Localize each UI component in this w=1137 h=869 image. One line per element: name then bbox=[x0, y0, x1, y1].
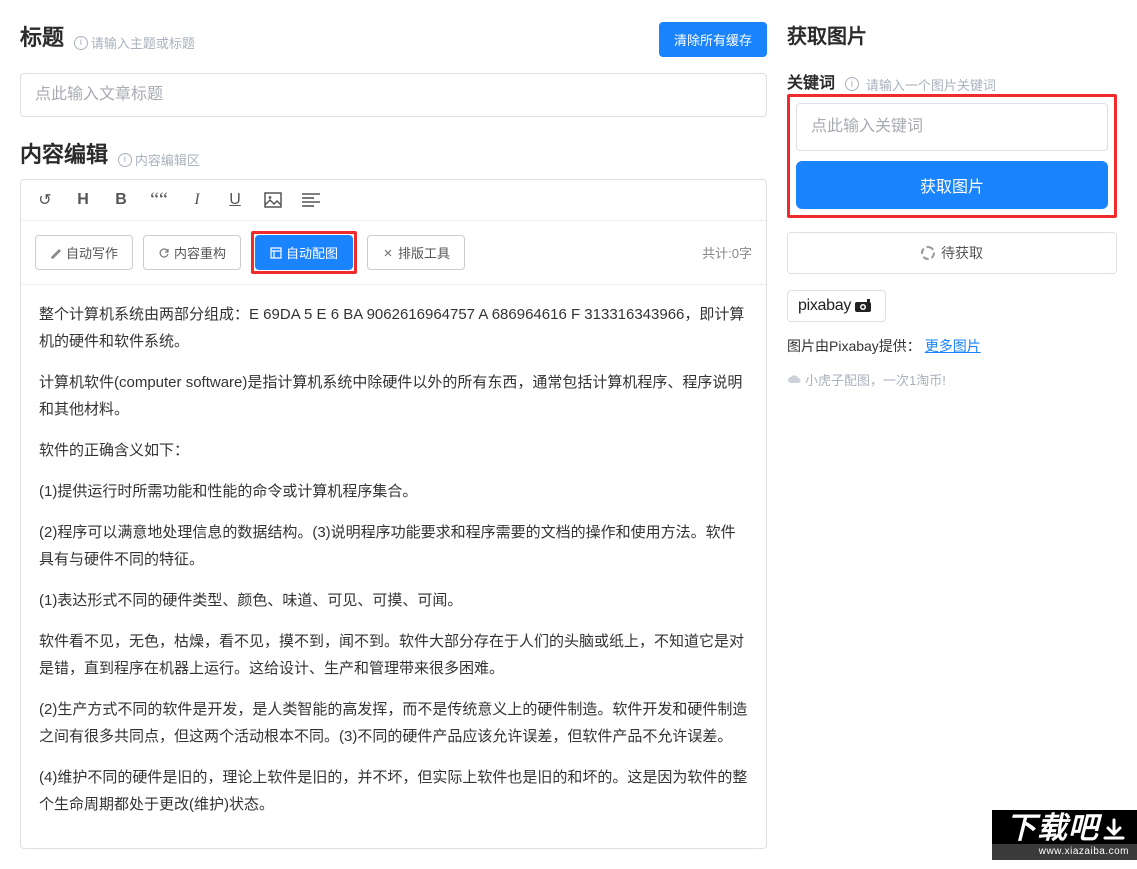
title-label: 标题 bbox=[20, 25, 64, 50]
watermark-url: www.xiazaiba.com bbox=[992, 844, 1137, 860]
pixabay-text: pixabay bbox=[798, 297, 851, 315]
underline-icon[interactable]: U bbox=[225, 190, 245, 210]
info-icon: i bbox=[845, 77, 859, 91]
content-editor: ↺ H B ““ I U 自动写作 bbox=[20, 179, 767, 849]
layout-image-icon bbox=[270, 247, 282, 259]
keyword-input[interactable] bbox=[796, 103, 1108, 151]
pending-status: 待获取 bbox=[787, 232, 1117, 274]
highlight-auto-image: 自动配图 bbox=[251, 231, 357, 274]
clear-cache-button[interactable]: 清除所有缓存 bbox=[659, 22, 767, 57]
paragraph: 软件的正确含义如下： bbox=[39, 437, 748, 464]
pencil-icon bbox=[50, 247, 62, 259]
content-label: 内容编辑 bbox=[20, 142, 108, 167]
highlight-keyword-box: 获取图片 bbox=[787, 94, 1117, 218]
image-icon[interactable] bbox=[263, 190, 283, 210]
italic-icon[interactable]: I bbox=[187, 190, 207, 210]
paragraph: (2)生产方式不同的软件是开发，是人类智能的高发挥，而不是传统意义上的硬件制造。… bbox=[39, 696, 748, 750]
title-header: 标题 i 请输入主题或标题 清除所有缓存 bbox=[20, 20, 767, 57]
right-column: 获取图片 关键词 i 请输入一个图片关键词 获取图片 待获取 pixabay 图… bbox=[787, 20, 1117, 849]
footer-note-text: 小虎子配图，一次1淘币! bbox=[805, 370, 946, 389]
more-images-link[interactable]: 更多图片 bbox=[925, 338, 981, 354]
paragraph: (2)程序可以满意地处理信息的数据结构。(3)说明程序功能要求和程序需要的文档的… bbox=[39, 519, 748, 573]
heading-icon[interactable]: H bbox=[73, 190, 93, 210]
spinner-icon bbox=[921, 246, 935, 260]
left-column: 标题 i 请输入主题或标题 清除所有缓存 内容编辑 i 内容编辑区 ↺ H bbox=[20, 20, 767, 849]
keyword-hint-text: 请输入一个图片关键词 bbox=[866, 75, 996, 94]
title-hint-text: 请输入主题或标题 bbox=[91, 33, 195, 52]
download-icon bbox=[1101, 818, 1127, 844]
paragraph: (1)表达形式不同的硬件类型、颜色、味道、可见、可摸、可闻。 bbox=[39, 587, 748, 614]
paragraph: (1)提供运行时所需功能和性能的命令或计算机程序集合。 bbox=[39, 478, 748, 505]
auto-write-button[interactable]: 自动写作 bbox=[35, 235, 133, 270]
auto-image-label: 自动配图 bbox=[286, 243, 338, 262]
action-toolbar: 自动写作 内容重构 自动配图 排版工具 共计:0字 bbox=[21, 221, 766, 285]
paragraph: 软件看不见，无色，枯燥，看不见，摸不到，闻不到。软件大部分存在于人们的头脑或纸上… bbox=[39, 628, 748, 682]
fetch-images-button[interactable]: 获取图片 bbox=[796, 161, 1108, 209]
tools-icon bbox=[382, 247, 394, 259]
auto-write-label: 自动写作 bbox=[66, 243, 118, 262]
reconstruct-label: 内容重构 bbox=[174, 243, 226, 262]
info-icon: i bbox=[74, 36, 88, 50]
pixabay-badge: pixabay bbox=[787, 290, 886, 322]
paragraph: 整个计算机系统由两部分组成：E 69DA 5 E 6 BA 9062616964… bbox=[39, 301, 748, 355]
content-hint: i 内容编辑区 bbox=[118, 150, 200, 169]
watermark: 下载吧 www.xiazaiba.com bbox=[992, 810, 1137, 860]
title-hint: i 请输入主题或标题 bbox=[74, 33, 195, 52]
keyword-header: 关键词 i 请输入一个图片关键词 bbox=[787, 69, 1117, 94]
paragraph: (4)维护不同的硬件是旧的，理论上软件是旧的，并不坏，但实际上软件也是旧的和坏的… bbox=[39, 764, 748, 818]
keyword-label: 关键词 bbox=[787, 75, 835, 92]
undo-icon[interactable]: ↺ bbox=[35, 190, 55, 210]
bold-icon[interactable]: B bbox=[111, 190, 131, 210]
camera-icon bbox=[855, 299, 875, 313]
auto-image-button[interactable]: 自动配图 bbox=[255, 235, 353, 270]
paragraph: 计算机软件(computer software)是指计算机系统中除硬件以外的所有… bbox=[39, 369, 748, 423]
layout-tool-label: 排版工具 bbox=[398, 243, 450, 262]
layout-tool-button[interactable]: 排版工具 bbox=[367, 235, 465, 270]
align-icon[interactable] bbox=[301, 190, 321, 210]
watermark-main: 下载吧 bbox=[1006, 814, 1099, 844]
content-header: 内容编辑 i 内容编辑区 bbox=[20, 137, 767, 169]
quote-icon[interactable]: ““ bbox=[149, 190, 169, 210]
footer-note: 小虎子配图，一次1淘币! bbox=[787, 370, 1117, 389]
info-icon: i bbox=[118, 153, 132, 167]
reconstruct-button[interactable]: 内容重构 bbox=[143, 235, 241, 270]
word-count: 共计:0字 bbox=[702, 243, 752, 262]
provider-line: 图片由Pixabay提供： 更多图片 bbox=[787, 336, 1117, 356]
format-toolbar: ↺ H B ““ I U bbox=[21, 180, 766, 221]
refresh-icon bbox=[158, 247, 170, 259]
content-hint-text: 内容编辑区 bbox=[135, 150, 200, 169]
provider-prefix: 图片由Pixabay提供： bbox=[787, 338, 921, 354]
editor-body[interactable]: 整个计算机系统由两部分组成：E 69DA 5 E 6 BA 9062616964… bbox=[21, 285, 766, 848]
fetch-images-title: 获取图片 bbox=[787, 20, 1117, 49]
cloud-icon bbox=[787, 372, 801, 386]
article-title-input[interactable] bbox=[20, 73, 767, 117]
keyword-hint: i 请输入一个图片关键词 bbox=[845, 75, 996, 94]
pending-label: 待获取 bbox=[941, 243, 983, 263]
